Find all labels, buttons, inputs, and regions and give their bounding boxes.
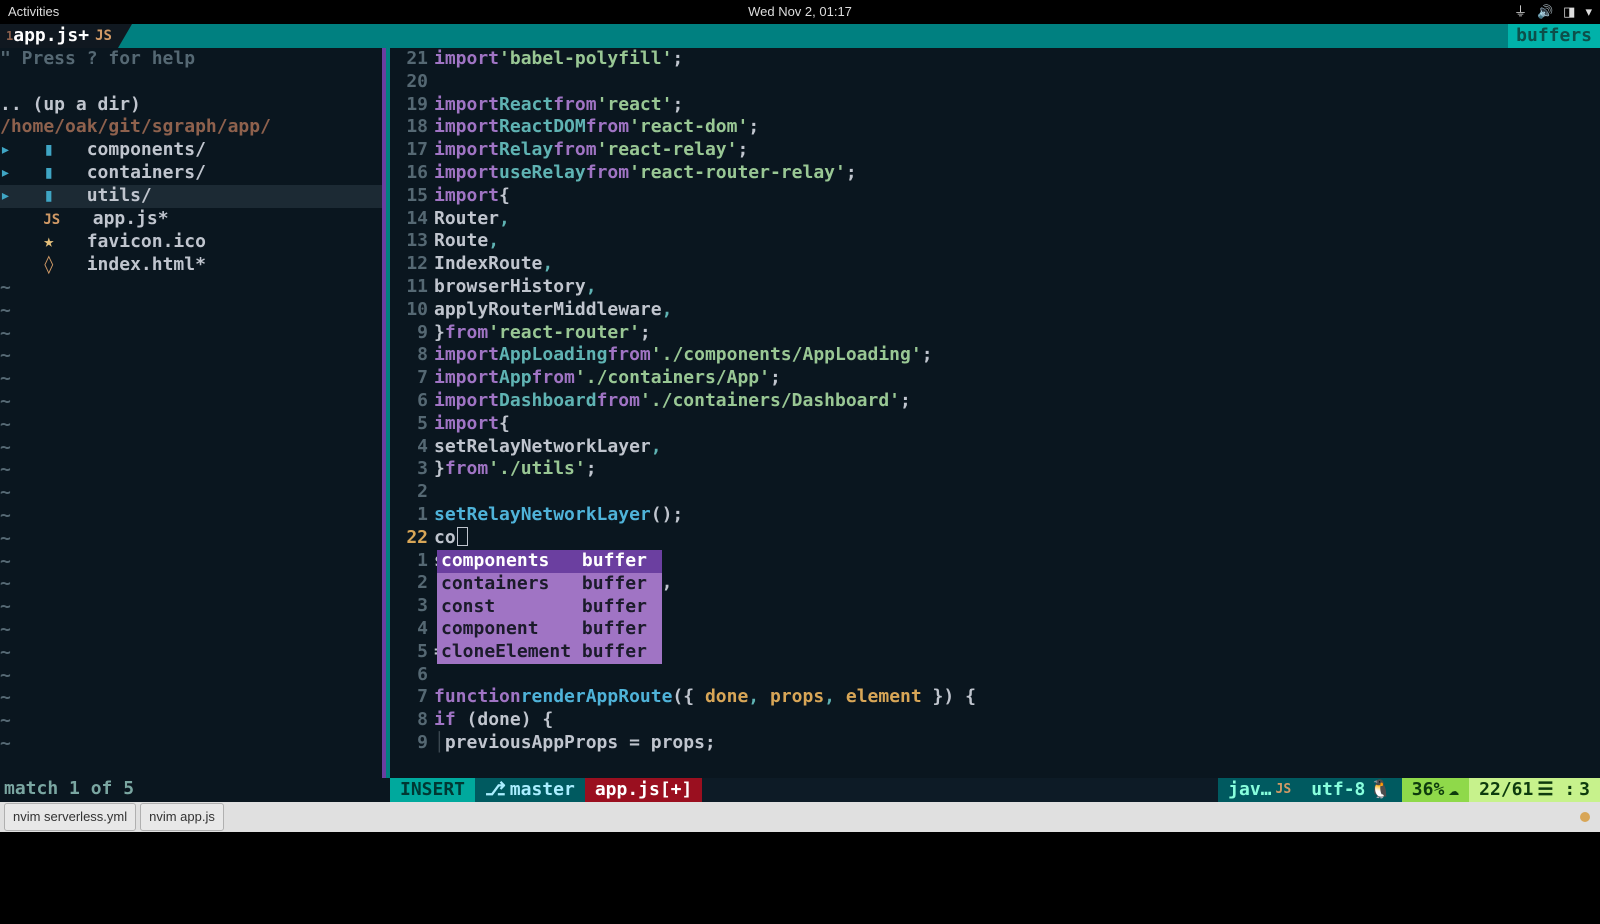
clock[interactable]: Wed Nov 2, 01:17 — [748, 1, 852, 24]
file-tree[interactable]: " Press ? for help .. (up a dir) /home/o… — [0, 48, 390, 778]
mode-indicator: INSERT — [390, 778, 475, 802]
tree-dir[interactable]: ▸ ▮ components/ — [0, 139, 390, 162]
completion-item[interactable]: cloneElement buffer — [437, 641, 662, 664]
empty-space — [0, 832, 1600, 924]
tabline: 1 app.js+ JS buffers — [0, 24, 1600, 48]
current-line-number: 22 — [390, 527, 434, 550]
help-hint: " Press ? for help — [0, 48, 390, 71]
taskbar-window[interactable]: nvim app.js — [140, 803, 224, 832]
up-dir[interactable]: .. (up a dir) — [0, 94, 390, 117]
js-icon: JS — [95, 25, 112, 48]
notification-icon[interactable] — [1580, 812, 1590, 822]
completion-item-selected[interactable]: components buffer — [437, 550, 662, 573]
branch-icon: ⎇ — [485, 779, 506, 802]
completion-item[interactable]: containers buffer — [437, 573, 662, 596]
tree-dir-selected[interactable]: ▸ ▮ utils/ — [0, 185, 390, 208]
scroll-percent: 36% ☁ — [1402, 778, 1469, 802]
main-area: " Press ? for help .. (up a dir) /home/o… — [0, 48, 1600, 778]
cursor — [457, 527, 468, 546]
os-topbar: Activities Wed Nov 2, 01:17 ⏚ 🔊 ◨ ▾ — [0, 0, 1600, 24]
volume-icon[interactable]: 🔊 — [1537, 1, 1553, 24]
completion-item[interactable]: component buffer — [437, 618, 662, 641]
filename-indicator: app.js[+] — [585, 778, 703, 802]
chevron-down-icon[interactable]: ▾ — [1585, 1, 1592, 24]
tree-dir[interactable]: ▸ ▮ containers/ — [0, 162, 390, 185]
git-branch: ⎇master — [475, 778, 585, 802]
filetype-indicator: jav… JS — [1218, 778, 1301, 802]
tree-file[interactable]: JS app.js* — [0, 208, 390, 232]
completion-popup[interactable]: components buffer containers buffer cons… — [437, 550, 662, 664]
js-icon: JS — [1276, 779, 1292, 802]
completion-item[interactable]: const buffer — [437, 596, 662, 619]
tab-separator — [118, 24, 132, 48]
up-icon: ☁ — [1448, 779, 1459, 802]
favicon-icon: ★ — [43, 231, 54, 252]
penguin-icon: 🐧 — [1369, 779, 1391, 802]
tab-active[interactable]: 1 app.js+ JS — [0, 24, 118, 48]
taskbar-window[interactable]: nvim serverless.yml — [4, 803, 136, 832]
wifi-icon[interactable]: ⏚ — [1514, 1, 1527, 24]
encoding-indicator: utf-8 🐧 — [1301, 778, 1402, 802]
js-icon: JS — [43, 212, 60, 228]
editor-pane[interactable]: 21import 'babel-polyfill'; 20 19import R… — [390, 48, 1600, 778]
tree-file[interactable]: ◊ index.html* — [0, 254, 390, 277]
tree-file[interactable]: ★ favicon.ico — [0, 231, 390, 254]
activities-button[interactable]: Activities — [8, 1, 59, 24]
statusline: match 1 of 5 INSERT ⎇master app.js[+] ja… — [0, 778, 1600, 802]
cwd: /home/oak/git/sgraph/app/ — [0, 116, 390, 139]
os-taskbar: nvim serverless.yml nvim app.js — [0, 802, 1600, 832]
buffers-button[interactable]: buffers — [1508, 24, 1600, 48]
tab-index: 1 — [6, 25, 13, 48]
html-icon: ◊ — [43, 254, 54, 275]
tab-filename: app.js+ — [13, 25, 89, 48]
battery-icon[interactable]: ◨ — [1563, 1, 1575, 24]
match-indicator: match 1 of 5 — [0, 778, 390, 802]
cursor-position: 22/61☰ : 3 — [1469, 778, 1600, 802]
